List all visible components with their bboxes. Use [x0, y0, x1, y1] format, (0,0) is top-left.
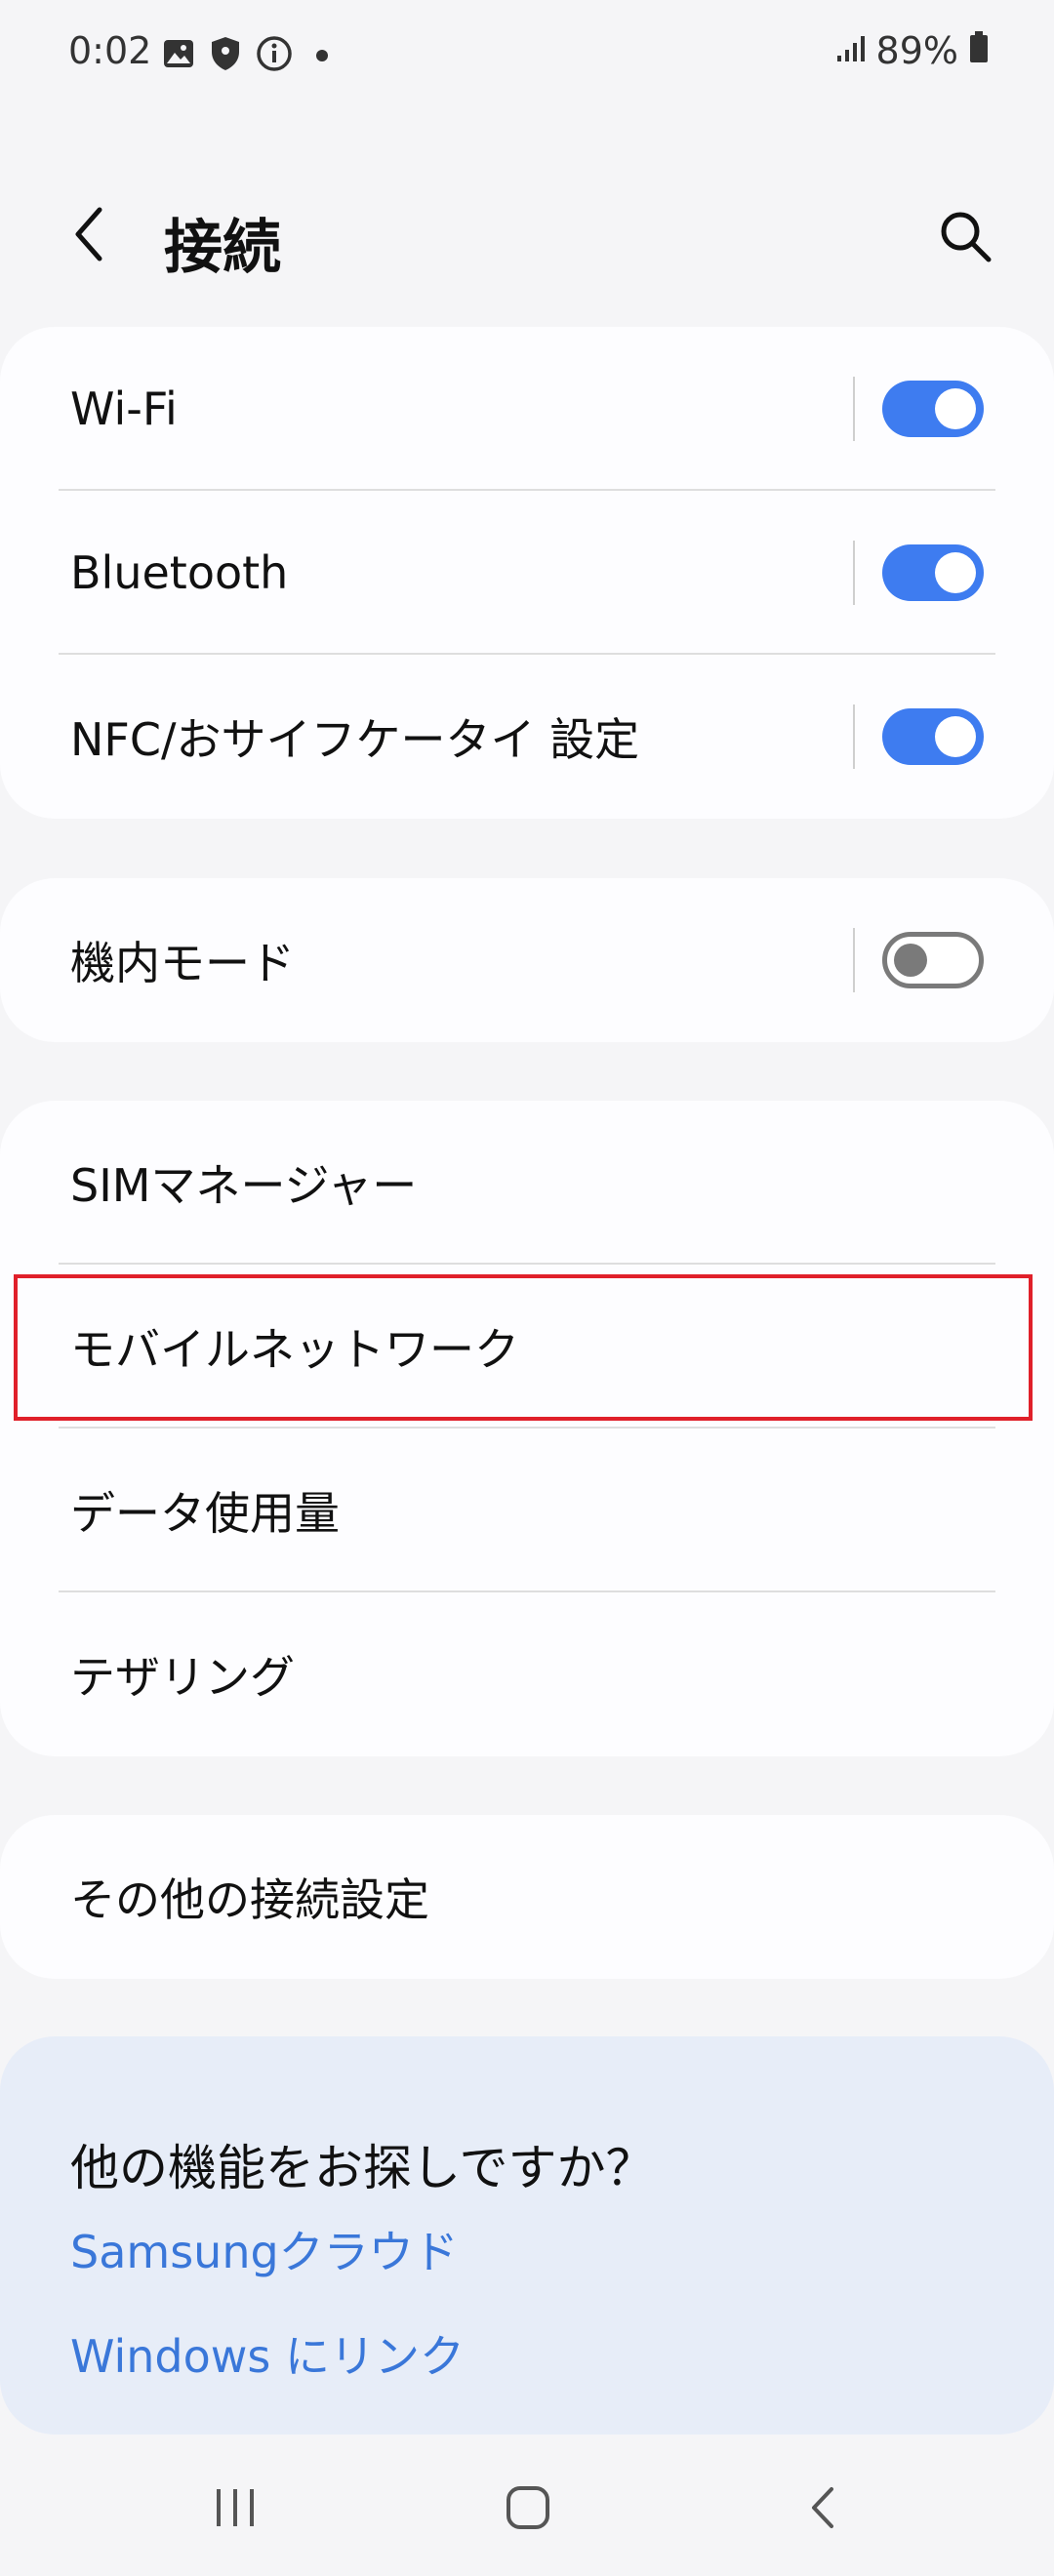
shield-icon: [209, 35, 242, 76]
link-to-windows-link[interactable]: Windows にリンク: [70, 2321, 465, 2386]
settings-item-label: その他の接続設定: [70, 1873, 429, 1926]
settings-item-label: Bluetooth: [70, 546, 289, 599]
toggle-separator: [853, 541, 855, 605]
app-header: 接続: [0, 181, 1054, 288]
settings-item-label: Wi-Fi: [70, 382, 178, 435]
settings-item-label: 機内モード: [70, 937, 295, 989]
suggestions-card: 他の機能をお探しですか？ Samsungクラウド Windows にリンク: [0, 2036, 1054, 2435]
nav-back-button[interactable]: [781, 2469, 869, 2547]
battery-icon: [968, 29, 990, 72]
settings-item-airplane-mode[interactable]: 機内モード: [0, 878, 1054, 1042]
status-right: 89%: [835, 29, 990, 72]
recent-apps-icon: [217, 2489, 254, 2526]
navigation-bar: [0, 2439, 1054, 2576]
wifi-toggle[interactable]: [882, 381, 984, 437]
airplane-mode-card: 機内モード: [0, 878, 1054, 1042]
toggle-separator: [853, 377, 855, 441]
highlight-box: [14, 1274, 1033, 1421]
nfc-toggle[interactable]: [882, 708, 984, 765]
settings-item-label: テザリング: [70, 1651, 295, 1704]
settings-item-other-connection-settings[interactable]: その他の接続設定: [0, 1815, 1054, 1979]
airplane-mode-toggle[interactable]: [882, 932, 984, 988]
search-icon: [941, 212, 992, 262]
toggle-separator: [853, 704, 855, 769]
home-button[interactable]: [484, 2469, 572, 2547]
settings-item-label: SIMマネージャー: [70, 1159, 418, 1212]
signal-icon: [835, 29, 867, 72]
suggestions-title: 他の機能をお探しですか？: [70, 2140, 655, 2196]
settings-item-sim-manager[interactable]: SIMマネージャー: [0, 1101, 1054, 1265]
notification-dot: [316, 50, 328, 61]
settings-item-tethering[interactable]: テザリング: [0, 1592, 1054, 1756]
settings-item-label: NFC/おサイフケータイ 設定: [70, 713, 640, 766]
settings-item-data-usage[interactable]: データ使用量: [0, 1429, 1054, 1592]
back-button[interactable]: [61, 200, 119, 268]
settings-item-nfc[interactable]: NFC/おサイフケータイ 設定: [0, 655, 1054, 819]
recent-apps-button[interactable]: [191, 2469, 279, 2547]
battery-text: 89%: [875, 29, 958, 72]
gallery-icon: [162, 37, 195, 74]
connection-toggles-card: Wi-Fi Bluetooth NFC/おサイフケータイ 設定: [0, 327, 1054, 819]
settings-item-bluetooth[interactable]: Bluetooth: [0, 491, 1054, 655]
status-icons-left: [162, 35, 328, 76]
home-icon: [507, 2486, 549, 2529]
network-settings-card: SIMマネージャー モバイルネットワーク データ使用量 テザリング: [0, 1101, 1054, 1756]
toggle-separator: [853, 928, 855, 992]
status-bar: 0:02 89%: [0, 0, 1054, 107]
back-icon: [812, 2487, 833, 2528]
other-settings-card: その他の接続設定: [0, 1815, 1054, 1979]
back-arrow-icon: [75, 207, 102, 262]
settings-item-wifi[interactable]: Wi-Fi: [0, 327, 1054, 491]
bluetooth-toggle[interactable]: [882, 544, 984, 601]
page-title: 接続: [164, 214, 281, 282]
search-button[interactable]: [931, 202, 999, 270]
status-time: 0:02: [68, 29, 152, 72]
samsung-cloud-link[interactable]: Samsungクラウド: [70, 2217, 459, 2281]
settings-item-label: データ使用量: [70, 1487, 340, 1540]
info-icon: [256, 35, 293, 76]
